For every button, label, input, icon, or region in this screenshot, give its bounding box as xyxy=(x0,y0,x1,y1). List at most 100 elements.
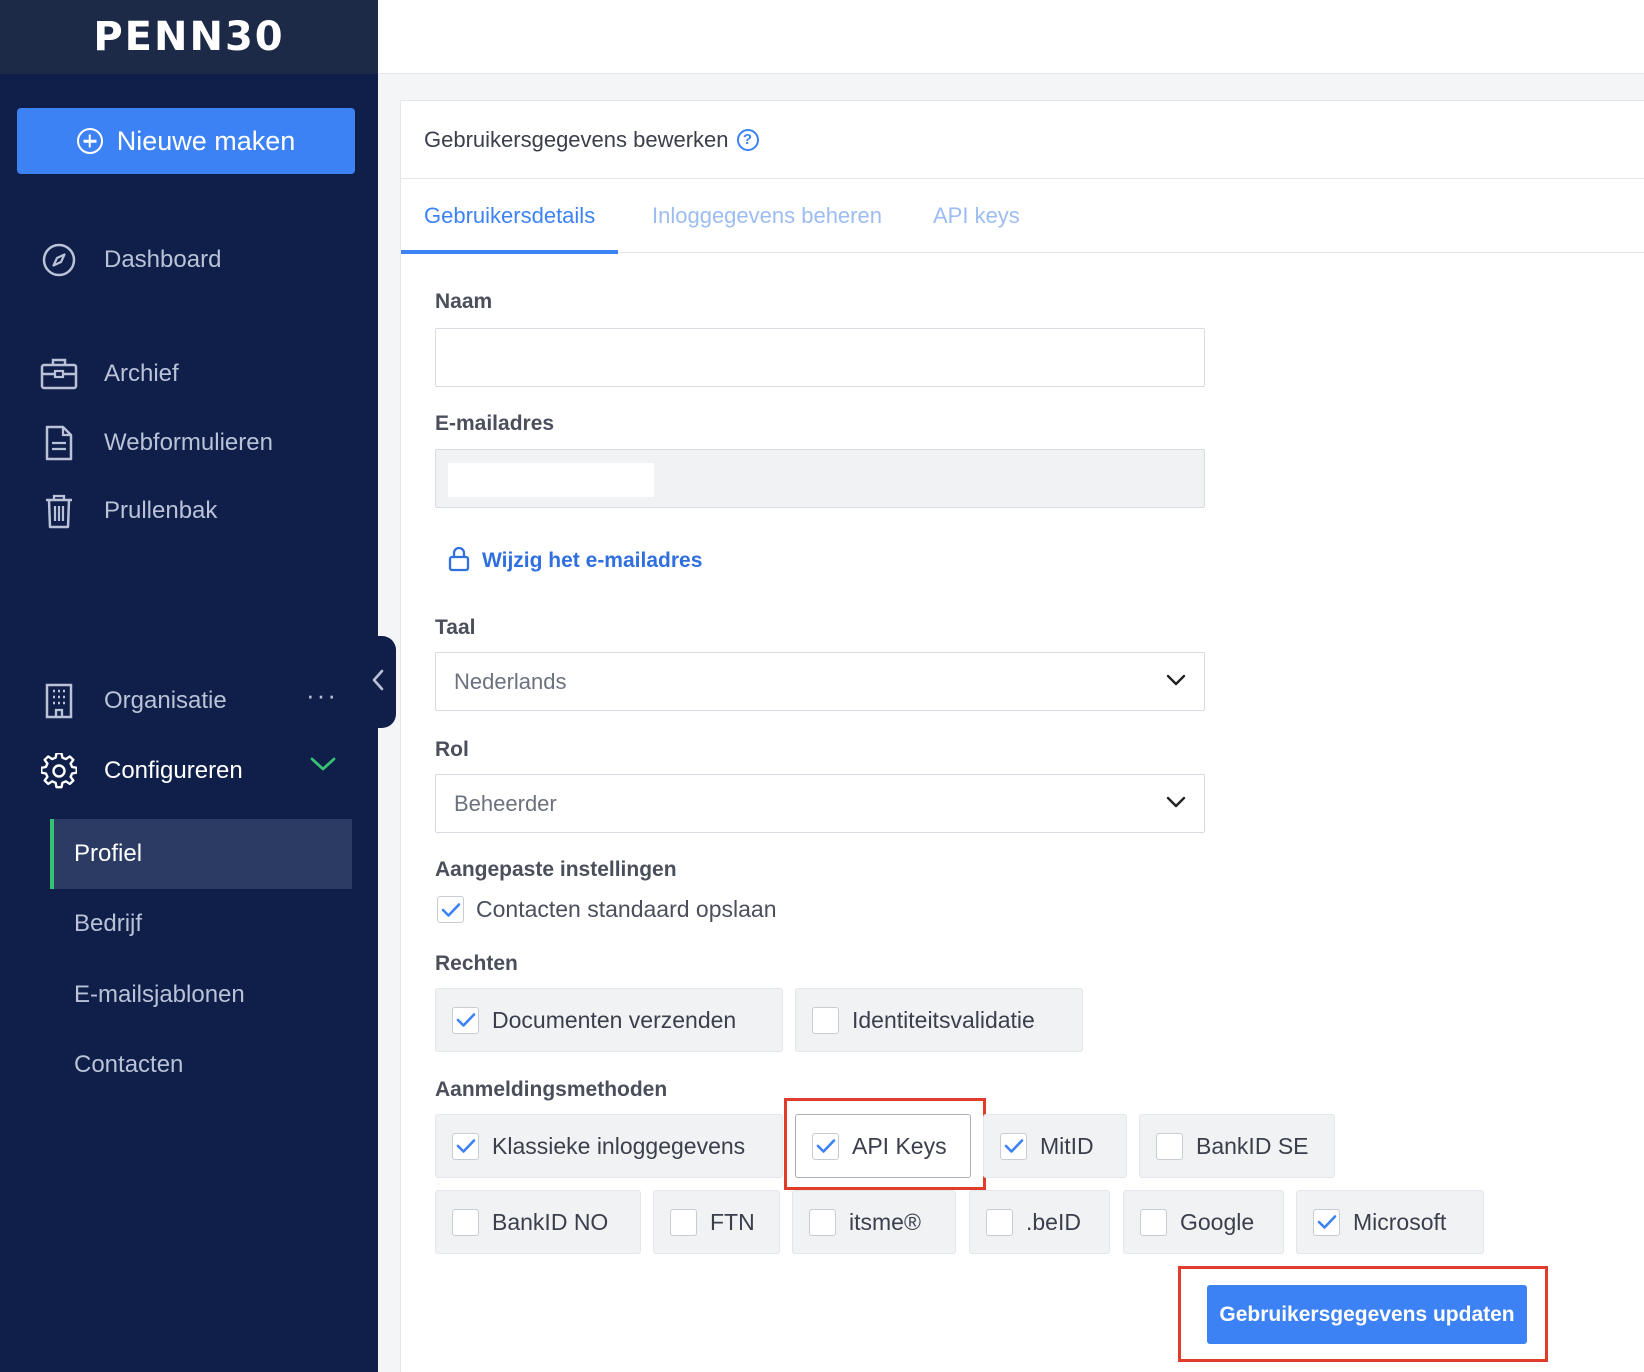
tab-api-keys[interactable]: API keys xyxy=(933,179,1020,253)
sidebar-subitem-label: Contacten xyxy=(74,1051,184,1078)
checkbox[interactable] xyxy=(1156,1132,1183,1160)
checkbox-label: API Keys xyxy=(852,1132,947,1159)
sidebar-subitem-contacten[interactable]: Contacten xyxy=(50,1030,352,1100)
chevron-down-icon[interactable] xyxy=(310,756,336,777)
edit-user-card: Gebruikersgegevens bewerken ? Gebruikers… xyxy=(400,100,1644,1372)
method-ftn[interactable]: FTN xyxy=(653,1190,780,1254)
checkbox-checked[interactable] xyxy=(812,1132,839,1160)
method-api-keys[interactable]: API Keys xyxy=(795,1114,971,1178)
redacted-email xyxy=(448,463,654,497)
sidebar-subitem-profiel[interactable]: Profiel xyxy=(50,819,352,889)
method-mitid[interactable]: MitID xyxy=(983,1114,1127,1178)
right-send-documents[interactable]: Documenten verzenden xyxy=(435,988,783,1052)
checkbox-label: Google xyxy=(1180,1208,1255,1235)
new-button[interactable]: Nieuwe maken xyxy=(17,108,355,174)
checkbox-label: BankID NO xyxy=(492,1208,609,1235)
checkbox-label: itsme® xyxy=(849,1208,921,1235)
checkbox[interactable] xyxy=(452,1208,479,1236)
name-label: Naam xyxy=(435,290,493,313)
checkbox-checked[interactable] xyxy=(437,896,464,923)
method-bankid-se[interactable]: BankID SE xyxy=(1139,1114,1335,1178)
help-icon[interactable]: ? xyxy=(736,128,759,151)
tab-label: Gebruikersdetails xyxy=(424,203,596,228)
sidebar-subitem-label: Bedrijf xyxy=(74,910,143,937)
checkbox-label: MitID xyxy=(1040,1132,1094,1159)
top-bar xyxy=(378,0,1644,74)
method-microsoft[interactable]: Microsoft xyxy=(1296,1190,1484,1254)
tab-label: API keys xyxy=(933,203,1020,228)
checkbox[interactable] xyxy=(986,1208,1013,1236)
checkbox-label: Contacten standaard opslaan xyxy=(476,896,777,922)
custom-settings-label: Aangepaste instellingen xyxy=(435,858,677,881)
checkbox[interactable] xyxy=(670,1208,697,1236)
sidebar-item-label: Organisatie xyxy=(104,687,227,714)
update-user-button[interactable]: Gebruikersgegevens updaten xyxy=(1207,1285,1527,1344)
chevron-down-icon xyxy=(1166,795,1186,813)
compass-icon xyxy=(40,241,78,279)
checkbox[interactable] xyxy=(809,1208,836,1236)
chevron-down-icon xyxy=(1166,673,1186,691)
checkbox-checked[interactable] xyxy=(1313,1208,1340,1236)
checkbox-checked[interactable] xyxy=(452,1006,479,1034)
building-icon xyxy=(40,682,78,720)
sidebar-item-archief[interactable]: Archief xyxy=(0,347,378,401)
rights-label: Rechten xyxy=(435,952,518,975)
method-classic[interactable]: Klassieke inloggegevens xyxy=(435,1114,783,1178)
name-input[interactable] xyxy=(435,328,1205,387)
checkbox[interactable] xyxy=(812,1006,839,1034)
sidebar-item-webformulieren[interactable]: Webformulieren xyxy=(0,416,378,470)
sidebar-item-configureren[interactable]: Configureren xyxy=(0,744,378,798)
checkbox-label: Klassieke inloggegevens xyxy=(492,1132,746,1159)
tab-gebruikersdetails[interactable]: Gebruikersdetails xyxy=(400,179,619,254)
update-user-button-label: Gebruikersgegevens updaten xyxy=(1219,1302,1515,1326)
sidebar-collapse-toggle[interactable] xyxy=(360,636,396,728)
more-icon[interactable]: ··· xyxy=(306,680,338,711)
checkbox-label: Documenten verzenden xyxy=(492,1006,737,1033)
method-beid[interactable]: .beID xyxy=(969,1190,1110,1254)
sidebar-subitem-bedrijf[interactable]: Bedrijf xyxy=(50,889,352,959)
sidebar-item-organisatie[interactable]: Organisatie ··· xyxy=(0,674,378,728)
sidebar-item-prullenbak[interactable]: Prullenbak xyxy=(0,484,378,538)
logo[interactable]: PENN30 xyxy=(93,14,284,60)
sidebar-item-label: Webformulieren xyxy=(104,429,273,456)
new-button-label: Nieuwe maken xyxy=(116,125,296,156)
checkbox-label: FTN xyxy=(710,1208,755,1235)
sidebar-item-label: Configureren xyxy=(104,757,243,784)
sidebar-item-label: Archief xyxy=(104,360,179,387)
sidebar-item-label: Dashboard xyxy=(104,246,222,273)
email-label: E-mailadres xyxy=(435,412,555,435)
sidebar: PENN30 Nieuwe maken Dashboard Archief We… xyxy=(0,0,378,1372)
role-select[interactable]: Beheerder xyxy=(435,774,1205,833)
tab-inloggegevens[interactable]: Inloggegevens beheren xyxy=(652,179,882,253)
checkbox-label: Microsoft xyxy=(1353,1208,1447,1235)
language-label: Taal xyxy=(435,616,476,639)
checkbox-label: Identiteitsvalidatie xyxy=(852,1006,1035,1033)
sidebar-item-label: Prullenbak xyxy=(104,497,218,524)
tab-bar: Gebruikersdetails Inloggegevens beheren … xyxy=(400,179,1644,254)
method-itsme[interactable]: itsme® xyxy=(792,1190,956,1254)
method-google[interactable]: Google xyxy=(1123,1190,1284,1254)
checkbox[interactable] xyxy=(1140,1208,1167,1236)
card-header: Gebruikersgegevens bewerken ? xyxy=(401,101,1644,179)
checkbox-label: BankID SE xyxy=(1196,1132,1309,1159)
role-value: Beheerder xyxy=(454,790,557,816)
sidebar-item-dashboard[interactable]: Dashboard xyxy=(0,233,378,287)
sidebar-subitem-emailsjablonen[interactable]: E-mailsjablonen xyxy=(50,960,352,1030)
sidebar-subitem-label: Profiel xyxy=(74,840,143,867)
change-email-label: Wijzig het e-mailadres xyxy=(482,549,703,572)
checkbox-checked[interactable] xyxy=(1000,1132,1027,1160)
page-title: Gebruikersgegevens bewerken xyxy=(424,126,729,152)
briefcase-icon xyxy=(40,355,78,393)
checkbox-checked[interactable] xyxy=(452,1132,479,1160)
change-email-link[interactable]: Wijzig het e-mailadres xyxy=(448,544,702,578)
gear-icon xyxy=(40,752,78,790)
role-label: Rol xyxy=(435,738,469,761)
method-bankid-no[interactable]: BankID NO xyxy=(435,1190,641,1254)
right-identity-validation[interactable]: Identiteitsvalidatie xyxy=(795,988,1083,1052)
lock-icon xyxy=(448,546,470,577)
document-icon xyxy=(40,424,78,462)
methods-label: Aanmeldingsmethoden xyxy=(435,1078,668,1101)
save-contacts-checkbox[interactable]: Contacten standaard opslaan xyxy=(437,896,777,923)
language-select[interactable]: Nederlands xyxy=(435,652,1205,711)
chevron-left-icon xyxy=(371,669,385,696)
